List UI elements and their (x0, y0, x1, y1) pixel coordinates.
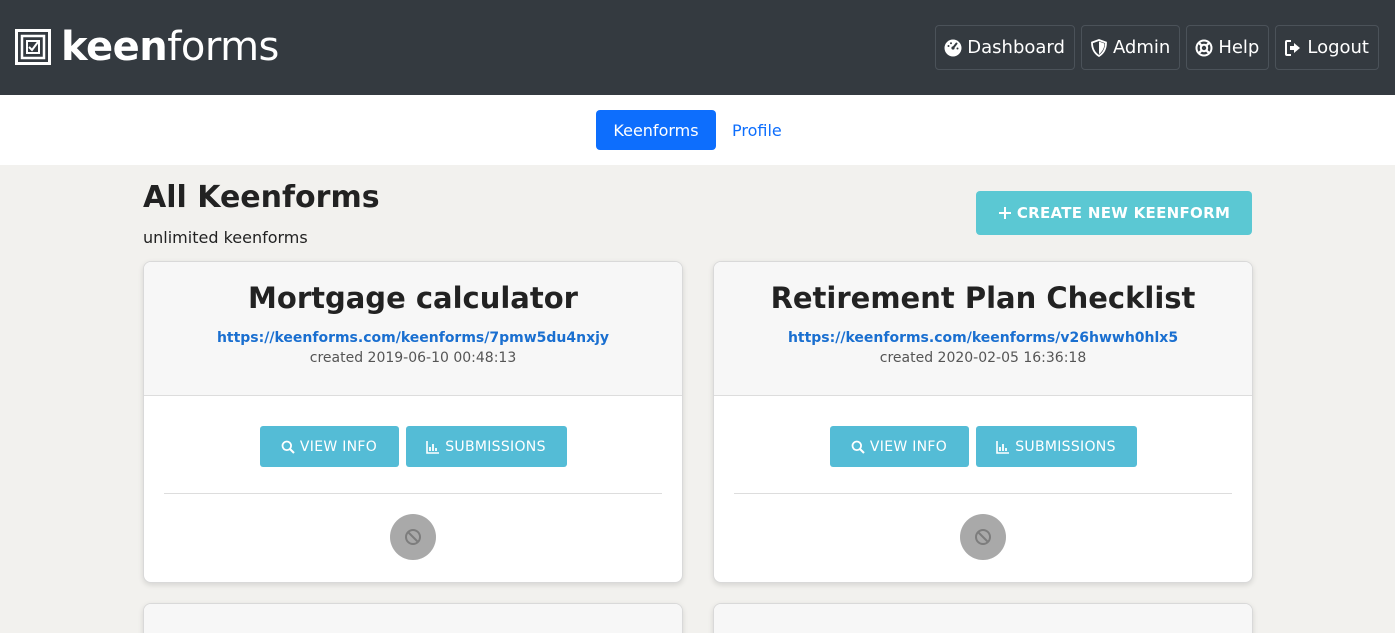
tab-keenforms[interactable]: Keenforms (596, 110, 716, 150)
disabled-toggle-button[interactable] (960, 514, 1006, 560)
card-header (144, 604, 682, 633)
sub-navigation: Keenforms Profile (0, 95, 1395, 165)
card-url-link[interactable]: https://keenforms.com/keenforms/v26hwwh0… (714, 330, 1252, 346)
brand-name-light: forms (167, 24, 279, 70)
shield-icon (1091, 38, 1107, 57)
submissions-label: SUBMISSIONS (1015, 438, 1116, 455)
top-navbar: keenforms Dashboard Admin Help Logout (0, 0, 1395, 95)
logout-icon (1285, 39, 1301, 56)
card-body: VIEW INFO SUBMISSIONS (144, 396, 682, 582)
create-button-label: CREATE NEW KEENFORM (1016, 204, 1231, 222)
dashboard-icon (944, 39, 962, 56)
logout-button[interactable]: Logout (1275, 25, 1379, 70)
card-actions: VIEW INFO SUBMISSIONS (714, 426, 1252, 467)
keenforms-logo-icon (15, 29, 51, 65)
card-created-date: created 2020-02-05 16:36:18 (879, 350, 1087, 366)
logout-label: Logout (1307, 37, 1369, 58)
card-url-link[interactable]: https://keenforms.com/keenforms/7pmw5du4… (144, 330, 682, 346)
dashboard-label: Dashboard (967, 37, 1065, 58)
brand-name: keenforms (61, 24, 279, 70)
search-icon (281, 440, 295, 454)
dashboard-button[interactable]: Dashboard (935, 25, 1075, 70)
view-info-button[interactable]: VIEW INFO (259, 426, 399, 467)
card-title: Retirement Plan Checklist (770, 281, 1196, 315)
submissions-button[interactable]: SUBMISSIONS (405, 426, 567, 467)
keenform-card: Retirement Plan Checklist https://keenfo… (713, 261, 1253, 583)
card-divider (734, 493, 1232, 494)
card-header: Retirement Plan Checklist https://keenfo… (714, 262, 1252, 396)
top-nav-buttons: Dashboard Admin Help Logout (935, 25, 1379, 70)
help-label: Help (1218, 37, 1260, 58)
view-info-label: VIEW INFO (299, 438, 378, 455)
search-icon (851, 440, 865, 454)
card-header (714, 604, 1252, 633)
bar-chart-icon (996, 440, 1010, 454)
page-subtitle: unlimited keenforms (143, 228, 308, 247)
plus-icon (998, 207, 1011, 219)
submissions-label: SUBMISSIONS (445, 438, 546, 455)
brand-name-bold: keen (61, 24, 168, 70)
card-actions: VIEW INFO SUBMISSIONS (144, 426, 682, 467)
bar-chart-icon (426, 440, 440, 454)
admin-button[interactable]: Admin (1080, 25, 1181, 70)
keenform-card (713, 603, 1253, 633)
ban-icon (405, 529, 421, 545)
view-info-button[interactable]: VIEW INFO (829, 426, 969, 467)
ban-icon (975, 529, 991, 545)
page-title: All Keenforms (143, 180, 380, 215)
disabled-toggle-button[interactable] (390, 514, 436, 560)
card-title: Mortgage calculator (248, 281, 578, 315)
card-created-date: created 2019-06-10 00:48:13 (309, 350, 517, 366)
brand-logo[interactable]: keenforms (15, 24, 279, 70)
submissions-button[interactable]: SUBMISSIONS (975, 426, 1137, 467)
admin-label: Admin (1112, 37, 1171, 58)
card-body: VIEW INFO SUBMISSIONS (714, 396, 1252, 582)
keenform-card (143, 603, 683, 633)
card-divider (164, 493, 662, 494)
tab-profile[interactable]: Profile (732, 110, 782, 150)
card-header: Mortgage calculator https://keenforms.co… (144, 262, 682, 396)
create-new-keenform-button[interactable]: CREATE NEW KEENFORM (976, 191, 1252, 235)
keenform-card: Mortgage calculator https://keenforms.co… (143, 261, 683, 583)
lifebuoy-icon (1195, 39, 1213, 56)
help-button[interactable]: Help (1186, 25, 1270, 70)
view-info-label: VIEW INFO (869, 438, 948, 455)
